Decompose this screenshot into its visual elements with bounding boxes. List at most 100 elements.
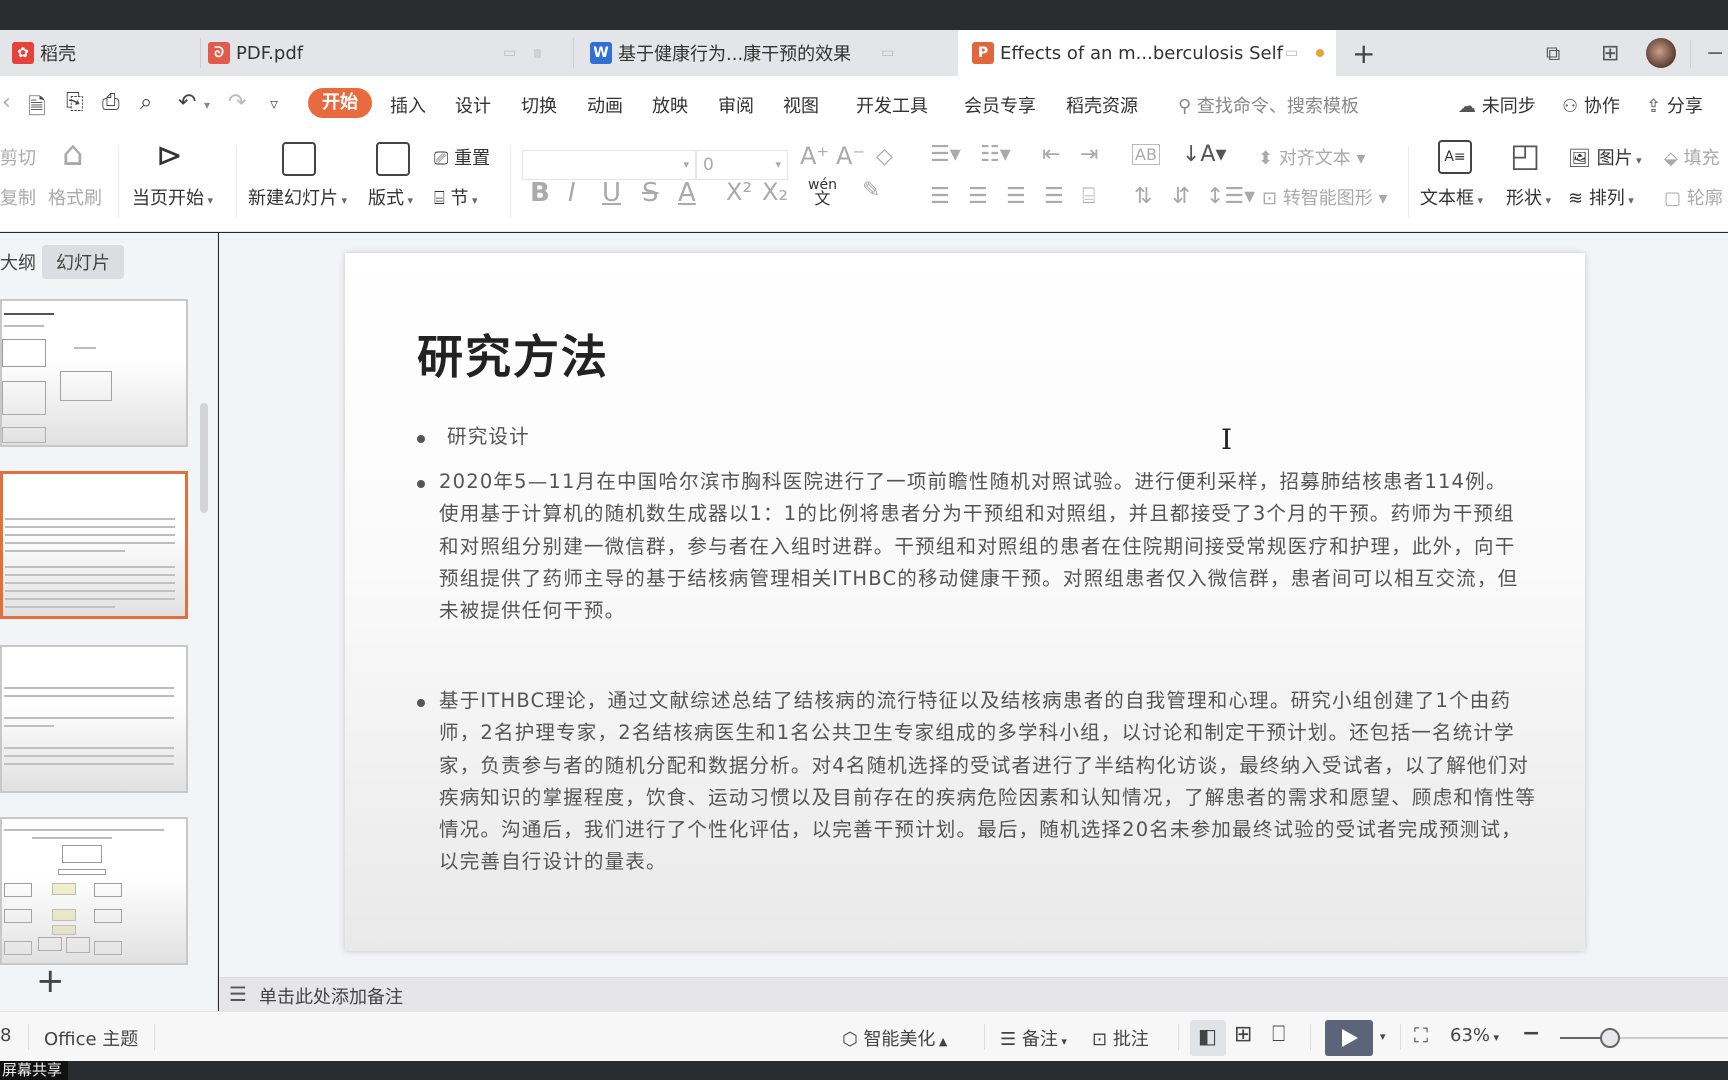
menu-home[interactable]: 开始: [308, 88, 372, 118]
customize-toolbar-icon[interactable]: ▿: [270, 94, 278, 113]
theme-name[interactable]: Office 主题: [44, 1025, 138, 1051]
tab-outline[interactable]: 大纲: [0, 249, 36, 275]
phonetic-guide-button[interactable]: wén 文: [808, 178, 837, 207]
tab-word-doc[interactable]: W 基于健康行为...康干预的效果 ▭: [590, 30, 950, 76]
cut-button[interactable]: 剪切: [0, 144, 36, 170]
menu-transitions[interactable]: 切换: [521, 92, 557, 118]
fit-window-icon[interactable]: ⛶: [1414, 1023, 1428, 1047]
slide-thumbnail-8-selected[interactable]: [0, 471, 188, 619]
font-name-select[interactable]: ▾: [522, 150, 696, 180]
tab-presentation[interactable]: P Effects of an m...berculosis Self ▭: [958, 30, 1336, 76]
line-spacing-sort-icon[interactable]: ↓A▾: [1182, 142, 1227, 167]
clear-format-icon[interactable]: ◇: [876, 144, 893, 169]
spacing-options-icon[interactable]: ↕☰▾: [1206, 184, 1255, 209]
sync-status-button[interactable]: ☁ 未同步: [1458, 92, 1536, 118]
menu-slideshow[interactable]: 放映: [652, 92, 688, 118]
format-painter-button[interactable]: 格式刷: [48, 184, 102, 210]
print-preview-icon[interactable]: ⌕: [140, 90, 152, 115]
screen-cast-icon[interactable]: ⧉: [1546, 30, 1560, 76]
menu-view[interactable]: 视图: [783, 92, 819, 118]
thumbnail-scrollbar[interactable]: [200, 403, 208, 513]
bullet-item[interactable]: 2020年5—11月在中国哈尔滨市胸科医院进行了一项前瞻性随机对照试验。进行便利…: [417, 466, 1527, 627]
reading-view-icon[interactable]: ⎕: [1272, 1022, 1285, 1047]
slide-title[interactable]: 研究方法: [417, 321, 609, 387]
reset-button[interactable]: ⎚ 重置: [434, 144, 490, 170]
slide-thumbnail-7[interactable]: [0, 299, 188, 447]
slide-thumbnail-9[interactable]: [0, 645, 188, 793]
zoom-slider-thumb[interactable]: [1600, 1028, 1621, 1048]
bullet-item[interactable]: 研究设计: [417, 421, 1527, 453]
save-icon[interactable]: 🗎: [28, 90, 46, 128]
layout-button[interactable]: 版式 ▾: [368, 184, 413, 210]
menu-docer-resources[interactable]: 稻壳资源: [1066, 92, 1138, 118]
notes-pane[interactable]: ☰ 单击此处添加备注: [219, 977, 1728, 1011]
slide-thumbnail-10[interactable]: [0, 817, 188, 965]
section-button[interactable]: ⌸ 节 ▾: [434, 184, 478, 210]
menu-member[interactable]: 会员专享: [964, 92, 1036, 118]
copy-button[interactable]: 复制: [0, 184, 36, 210]
zoom-level[interactable]: 63% ▾: [1450, 1025, 1499, 1046]
underline-button[interactable]: U: [602, 178, 621, 208]
user-avatar[interactable]: [1646, 30, 1676, 76]
menu-insert[interactable]: 插入: [390, 92, 426, 118]
fill-button[interactable]: ⬙ 填充: [1664, 144, 1720, 170]
subscript-button[interactable]: X₂: [762, 178, 788, 206]
print-icon[interactable]: ⎙: [102, 90, 120, 115]
menu-design[interactable]: 设计: [455, 92, 491, 118]
zoom-slider[interactable]: [1560, 1028, 1728, 1048]
paragraph-spacing-icon[interactable]: ⇵: [1172, 184, 1190, 209]
tab-pdf[interactable]: ᘐ PDF.pdf ▭: [206, 30, 572, 76]
decrease-font-icon[interactable]: A⁻: [836, 142, 865, 170]
smart-beautify-button[interactable]: ⬡ 智能美化 ▲: [842, 1025, 947, 1051]
highlight-icon[interactable]: ✎: [862, 178, 880, 203]
align-text-button[interactable]: ⬍ 对齐文本 ▾: [1258, 144, 1366, 170]
start-slideshow-button[interactable]: [1325, 1020, 1373, 1056]
outline-button[interactable]: ▢ 轮廓: [1664, 184, 1723, 210]
decrease-indent-icon[interactable]: ⇤: [1042, 142, 1060, 167]
bullet-item[interactable]: 基于ITHBC理论，通过文献综述总结了结核病的流行特征以及结核病患者的自我管理和…: [417, 685, 1541, 879]
italic-button[interactable]: I: [568, 178, 576, 208]
arrange-button[interactable]: ≋ 排列 ▾: [1568, 184, 1634, 210]
add-slide-button[interactable]: +: [36, 961, 65, 1001]
align-right-icon[interactable]: ☰: [1006, 184, 1026, 209]
redo-icon[interactable]: ↷: [228, 90, 246, 115]
numbered-list-icon[interactable]: ☷▾: [980, 142, 1011, 167]
current-slide[interactable]: 研究方法 研究设计 2020年5—11月在中国哈尔滨市胸科医院进行了一项前瞻性随…: [345, 253, 1585, 951]
play-from-current-button[interactable]: 当页开始 ▾: [132, 184, 213, 210]
picture-button[interactable]: 🖼 图片 ▾: [1568, 144, 1642, 170]
undo-dropdown-icon[interactable]: ▾: [204, 98, 210, 112]
strikethrough-button[interactable]: S: [642, 178, 659, 208]
slideshow-dropdown-icon[interactable]: ▾: [1380, 1030, 1386, 1043]
align-center-icon[interactable]: ☰: [968, 184, 988, 209]
slide-sorter-view-icon[interactable]: ⊞: [1234, 1022, 1252, 1047]
new-slide-button[interactable]: 新建幻灯片 ▾: [248, 184, 347, 210]
bold-button[interactable]: B: [530, 178, 550, 208]
increase-font-icon[interactable]: A⁺: [800, 142, 829, 170]
justify-icon[interactable]: ☰: [1044, 184, 1064, 209]
text-direction-icon[interactable]: AB: [1132, 144, 1160, 165]
line-spacing-icon[interactable]: ⇅: [1134, 184, 1152, 209]
menu-developer[interactable]: 开发工具: [856, 92, 928, 118]
notes-toggle-button[interactable]: ☰ 备注 ▾: [1000, 1025, 1067, 1051]
comments-button[interactable]: ⊡ 批注: [1092, 1025, 1149, 1051]
superscript-button[interactable]: X²: [726, 178, 752, 206]
smart-art-button[interactable]: ⊡ 转智能图形 ▾: [1262, 184, 1388, 210]
normal-view-button[interactable]: ◧: [1190, 1020, 1226, 1056]
menu-animations[interactable]: 动画: [587, 92, 623, 118]
minimize-button[interactable]: −: [1706, 30, 1724, 76]
bullet-list-icon[interactable]: ☰▾: [930, 142, 961, 167]
command-search[interactable]: ⚲ 查找命令、搜索模板: [1178, 92, 1359, 118]
new-tab-button[interactable]: +: [1352, 30, 1375, 76]
undo-icon[interactable]: ↶: [178, 90, 196, 115]
font-size-select[interactable]: 0 ▾: [696, 150, 788, 180]
zoom-out-button[interactable]: −: [1522, 1021, 1540, 1046]
collaborate-button[interactable]: ⚇ 协作: [1562, 92, 1620, 118]
align-left-icon[interactable]: ☰: [930, 184, 950, 209]
font-color-button[interactable]: A: [678, 178, 696, 208]
grid-apps-icon[interactable]: ⊞: [1601, 30, 1619, 76]
distribute-icon[interactable]: ⌸: [1082, 184, 1095, 209]
menu-review[interactable]: 审阅: [718, 92, 754, 118]
share-button[interactable]: ⇪ 分享: [1646, 92, 1703, 118]
textbox-button[interactable]: 文本框 ▾: [1420, 184, 1483, 210]
shape-button[interactable]: 形状 ▾: [1506, 184, 1551, 210]
